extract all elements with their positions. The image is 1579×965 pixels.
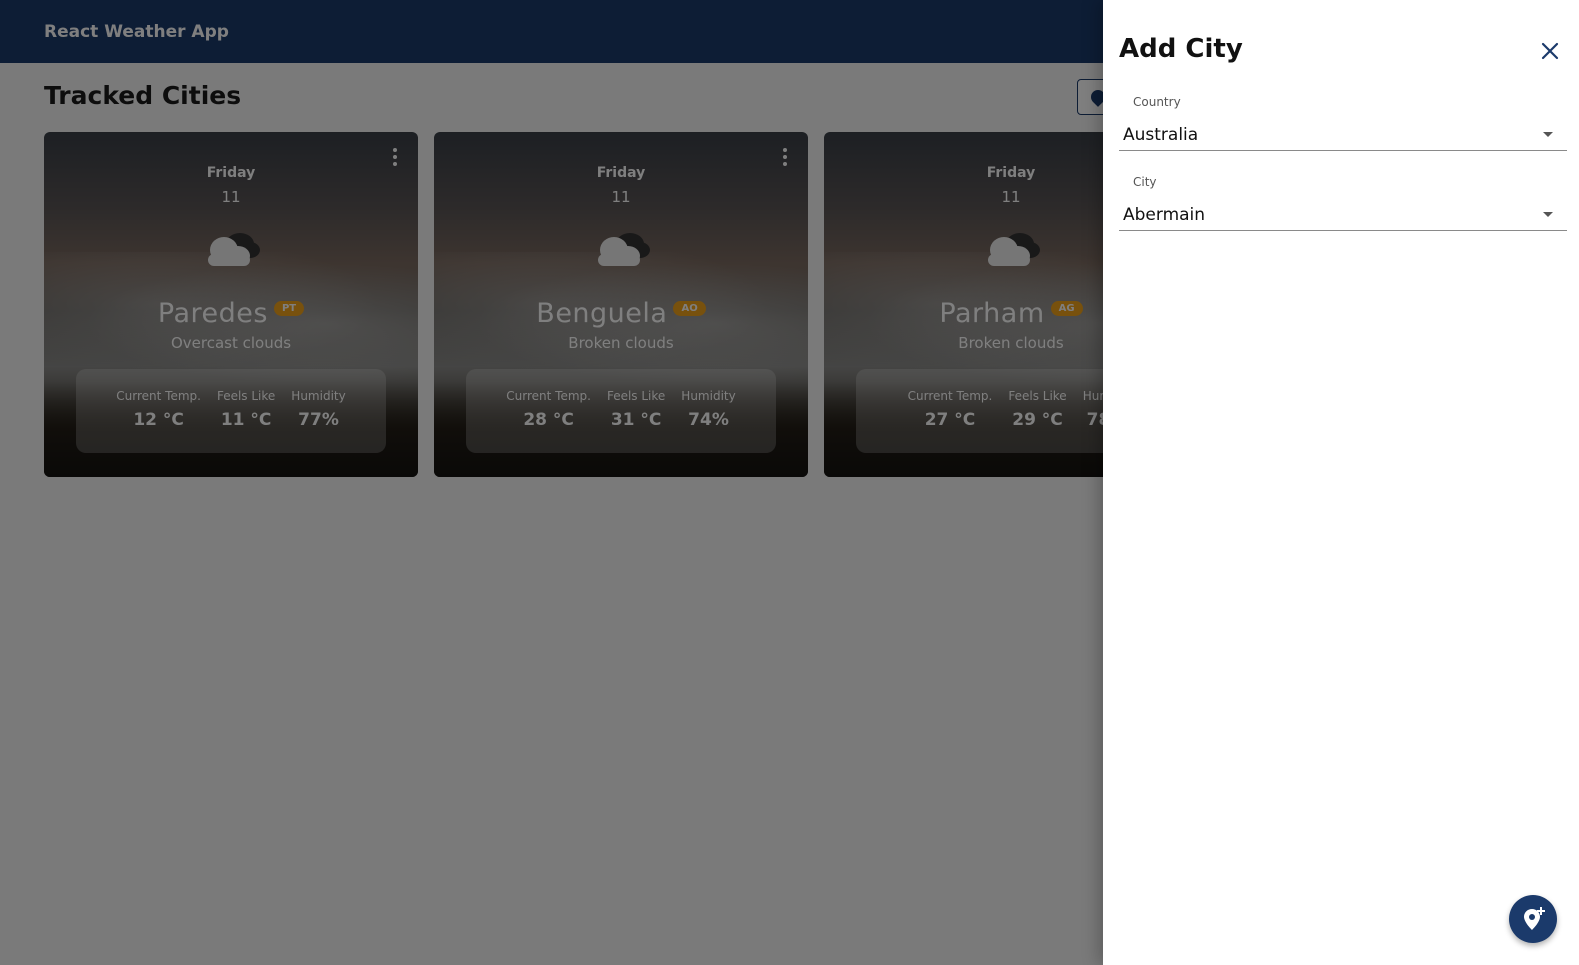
country-select[interactable]: Country Australia	[1119, 95, 1567, 151]
country-label: Country	[1133, 95, 1181, 109]
drawer-title: Add City	[1119, 34, 1243, 64]
chevron-down-icon	[1543, 212, 1553, 217]
add-city-drawer: Add City Country Australia City Abermain	[1103, 0, 1579, 965]
city-label: City	[1133, 175, 1157, 189]
chevron-down-icon	[1543, 132, 1553, 137]
city-select[interactable]: City Abermain	[1119, 175, 1567, 231]
country-value: Australia	[1123, 125, 1199, 145]
close-icon[interactable]	[1539, 40, 1561, 62]
add-location-fab[interactable]	[1509, 895, 1557, 943]
add-location-icon	[1524, 907, 1545, 930]
city-value: Abermain	[1123, 205, 1206, 225]
